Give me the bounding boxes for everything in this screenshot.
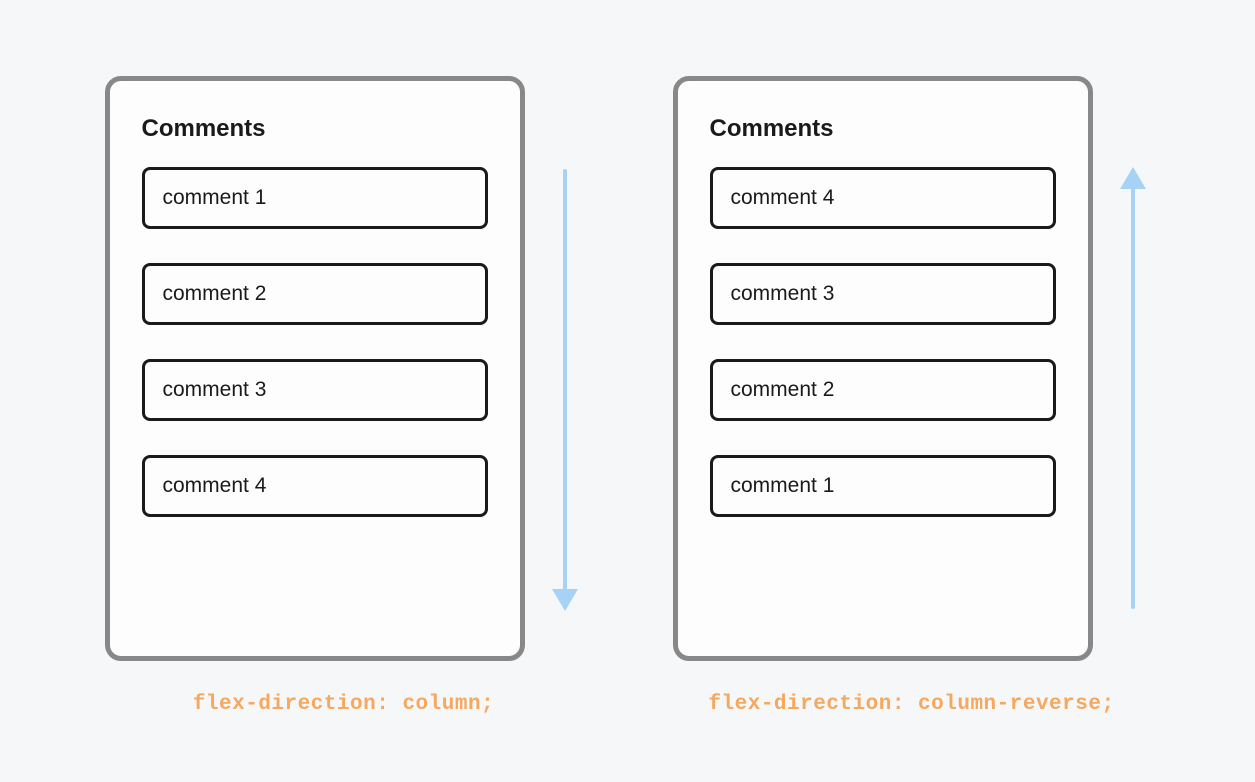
arrow-column xyxy=(547,76,583,661)
comment-item: comment 1 xyxy=(142,167,488,229)
arrow-up-icon xyxy=(1115,169,1151,609)
caption-column-reverse: flex-direction: column-reverse; xyxy=(708,693,1114,716)
panel-title: Comments xyxy=(142,115,488,143)
arrow-column xyxy=(1115,76,1151,661)
comment-item: comment 2 xyxy=(710,359,1056,421)
column-example: Comments comment 1 comment 2 comment 3 c… xyxy=(105,76,583,716)
comment-item: comment 2 xyxy=(142,263,488,325)
comment-item: comment 4 xyxy=(142,455,488,517)
panel-title: Comments xyxy=(710,115,1056,143)
comments-panel-column: Comments comment 1 comment 2 comment 3 c… xyxy=(105,76,525,661)
comments-panel-column-reverse: Comments comment 4 comment 3 comment 2 c… xyxy=(673,76,1093,661)
comment-item: comment 3 xyxy=(710,263,1056,325)
comment-item: comment 1 xyxy=(710,455,1056,517)
arrow-down-icon xyxy=(547,169,583,609)
panel-row-right: Comments comment 4 comment 3 comment 2 c… xyxy=(673,76,1151,661)
panel-row-left: Comments comment 1 comment 2 comment 3 c… xyxy=(105,76,583,661)
comment-item: comment 4 xyxy=(710,167,1056,229)
caption-column: flex-direction: column; xyxy=(193,693,494,716)
comment-item: comment 3 xyxy=(142,359,488,421)
column-reverse-example: Comments comment 4 comment 3 comment 2 c… xyxy=(673,76,1151,716)
